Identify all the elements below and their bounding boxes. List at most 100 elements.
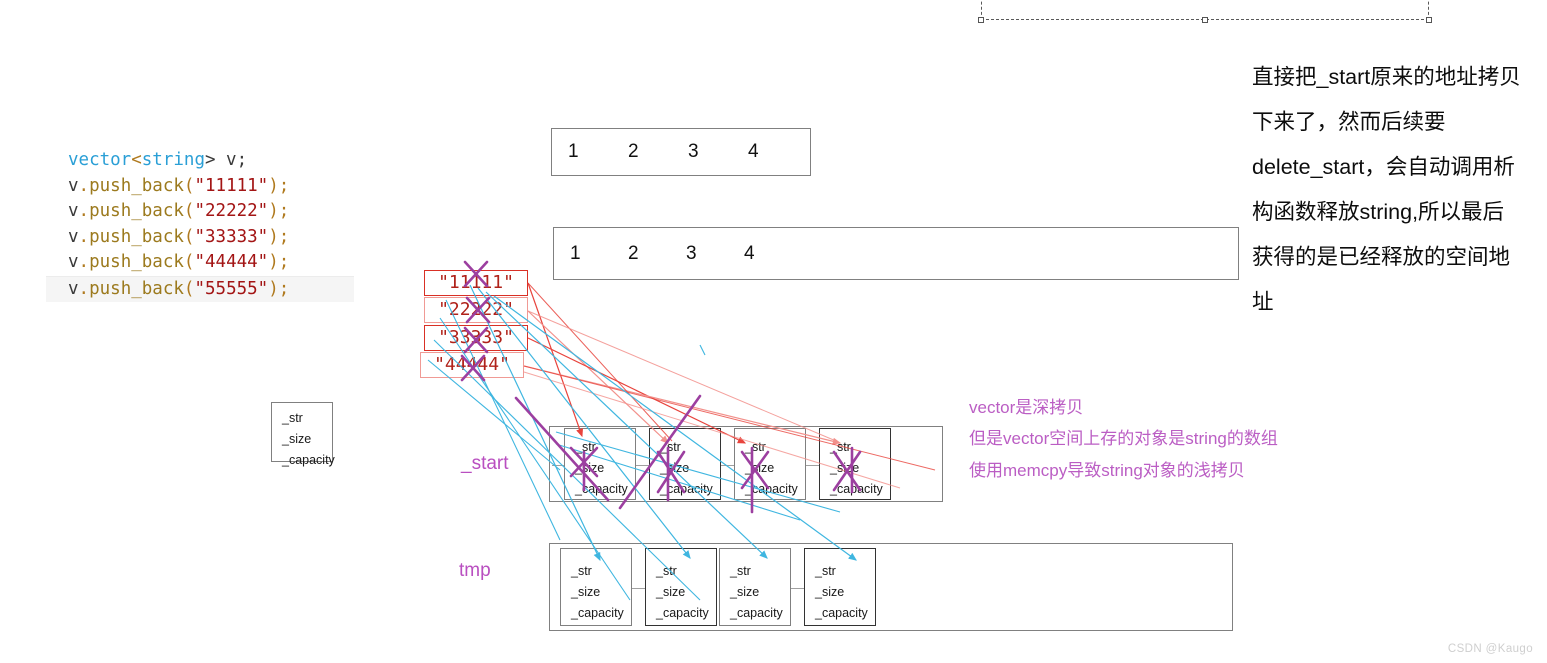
- code-token: (: [183, 201, 195, 221]
- struct-field-size: _size: [571, 585, 601, 599]
- struct-field-size: _size: [815, 585, 845, 599]
- code-token: (: [183, 278, 195, 299]
- cell-value: 2: [628, 242, 639, 264]
- struct-field-str: _str: [745, 440, 766, 454]
- struct-field-capacity: _capacity: [830, 482, 883, 496]
- code-token: v: [68, 201, 79, 221]
- code-line-3: v.push_back("33333");: [46, 225, 354, 251]
- code-token: .: [78, 278, 90, 299]
- code-token: (: [183, 226, 195, 247]
- start-struct-box-3: _str _size _capacity: [819, 428, 891, 500]
- right-commentary: 直接把_start原来的地址拷贝下来了，然而后续要delete_start，会自…: [1252, 65, 1521, 314]
- struct-field-size: _size: [730, 585, 760, 599]
- code-line-5: v.push_back("55555");: [46, 275, 354, 302]
- selection-handle-bottom-left[interactable]: [978, 17, 984, 23]
- code-block[interactable]: vector<string> v; v.push_back("11111"); v.…: [46, 144, 354, 306]
- cell-value: 1: [568, 141, 579, 162]
- code-token: );: [268, 226, 290, 247]
- dash-1: —: [791, 579, 805, 595]
- dash-2: —: [806, 456, 820, 472]
- code-token: "11111": [194, 175, 269, 196]
- code-line-2: v.push_back("22222");: [46, 199, 354, 225]
- purple-note-1: 但是vector空间上存的对象是string的数组: [969, 429, 1278, 448]
- code-line-4: v.push_back("44444");: [46, 250, 354, 276]
- struct-field-str: _str: [282, 411, 303, 425]
- string-box-2: "33333": [424, 325, 528, 351]
- code-token: v: [68, 252, 79, 272]
- index-box-small: 1 2 3 4: [551, 128, 811, 176]
- tmp-row-container: _str _size _capacity — _str _size _capac…: [549, 543, 1233, 631]
- string-box-3: "44444": [420, 352, 524, 378]
- selection-handle-bottom-center[interactable]: [1202, 17, 1208, 23]
- code-token: push_back: [89, 226, 184, 247]
- dash-0: —: [636, 456, 650, 472]
- struct-field-capacity: _capacity: [745, 482, 798, 496]
- code-token: v: [68, 226, 79, 247]
- code-token: "55555": [194, 278, 269, 299]
- tmp-struct-box-1: _str _size _capacity: [645, 548, 717, 626]
- code-line-0: vector<string> v;: [46, 148, 354, 174]
- diagram-canvas: vector<string> v; v.push_back("11111"); v.…: [0, 0, 1547, 663]
- index-box-wide-cells: 1 2 3 4: [554, 228, 1238, 279]
- code-token: <: [131, 150, 142, 170]
- code-token: v: [68, 278, 79, 299]
- dash-0: —: [632, 579, 646, 595]
- struct-field-capacity: _capacity: [282, 453, 335, 467]
- code-token: );: [268, 201, 290, 221]
- struct-field-size: _size: [575, 461, 605, 475]
- code-token: push_back: [89, 201, 184, 221]
- tmp-struct-box-0: _str _size _capacity: [560, 548, 632, 626]
- start-row-container: — _str _size _capacity — _str _size _cap…: [549, 426, 943, 502]
- tmp-struct-box-3: _str _size _capacity: [804, 548, 876, 626]
- struct-field-str: _str: [730, 564, 751, 578]
- cell-value: 4: [748, 141, 759, 162]
- code-token: .: [78, 201, 90, 221]
- struct-field-capacity: _capacity: [730, 606, 783, 620]
- string-box-0: "11111": [424, 270, 528, 296]
- struct-field-capacity: _capacity: [815, 606, 868, 620]
- start-row-label: _start: [461, 453, 509, 474]
- code-token: "22222": [194, 201, 269, 221]
- struct-field-capacity: _capacity: [660, 482, 713, 496]
- code-token: );: [268, 278, 290, 299]
- code-token: .: [78, 175, 90, 196]
- selection-handle-bottom-right[interactable]: [1426, 17, 1432, 23]
- lone-struct-box: _str _size _capacity: [271, 402, 335, 467]
- code-token: push_back: [89, 175, 184, 196]
- struct-field-str: _str: [575, 440, 596, 454]
- purple-note-2: 使用memcpy导致string对象的浅拷贝: [969, 461, 1245, 480]
- dash-1: —: [721, 456, 735, 472]
- watermark: CSDN @Kaugo: [1447, 643, 1533, 655]
- cell-value: 4: [744, 242, 755, 264]
- code-token: "33333": [194, 226, 269, 247]
- struct-field-size: _size: [282, 432, 312, 446]
- code-token: > v;: [204, 150, 248, 170]
- string-box-1: "22222": [424, 297, 528, 323]
- code-token: .: [78, 226, 90, 247]
- cell-value: 3: [686, 242, 697, 264]
- struct-field-str: _str: [656, 564, 677, 578]
- struct-field-capacity: _capacity: [575, 482, 628, 496]
- index-box-wide: 1 2 3 4: [553, 227, 1239, 280]
- code-token: vector: [68, 150, 132, 170]
- struct-field-capacity: _capacity: [656, 606, 709, 620]
- start-struct-box-2: _str _size _capacity: [734, 428, 806, 500]
- struct-field-size: _size: [745, 461, 775, 475]
- code-token: );: [268, 252, 290, 272]
- tmp-struct-box-2: _str _size _capacity: [719, 548, 791, 626]
- struct-field-str: _str: [830, 440, 851, 454]
- start-struct-box-0: _str _size _capacity: [564, 428, 636, 500]
- struct-field-str: _str: [815, 564, 836, 578]
- code-token: (: [183, 175, 195, 196]
- cell-value: 3: [688, 141, 699, 162]
- cell-value: 2: [628, 141, 639, 162]
- struct-field-size: _size: [830, 461, 860, 475]
- code-token: .: [78, 252, 90, 272]
- tmp-row-label: tmp: [459, 560, 491, 581]
- start-struct-box-1: _str _size _capacity: [649, 428, 721, 500]
- code-token: v: [68, 175, 79, 196]
- selection-marquee[interactable]: [978, 0, 1432, 23]
- code-line-1: v.push_back("11111");: [46, 174, 354, 200]
- struct-field-str: _str: [660, 440, 681, 454]
- struct-field-capacity: _capacity: [571, 606, 624, 620]
